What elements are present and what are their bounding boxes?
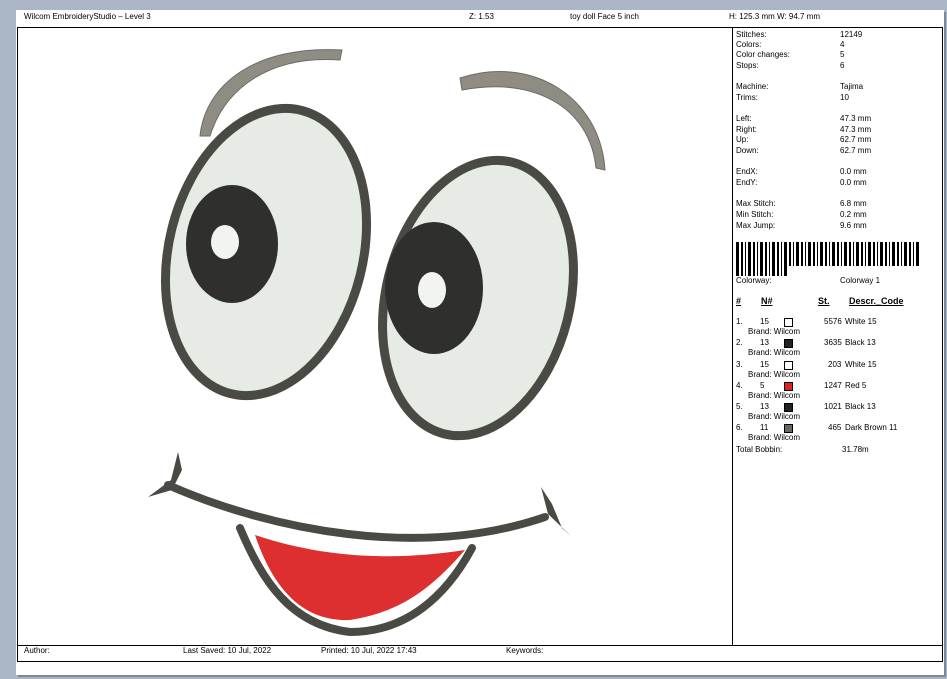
stat-up: Up: 62.7 mm [736,135,872,144]
barcode-bar [820,242,823,266]
col-header-stitches: St. [818,296,830,306]
barcode-bar [757,242,758,276]
stat-down: Down: 62.7 mm [736,146,872,155]
stat-left: Left: 47.3 mm [736,114,872,123]
barcode-bar [901,242,902,266]
barcode-bar [765,242,767,276]
barcode-bar [808,242,811,266]
barcode-bar [861,242,863,266]
barcode-bar [868,242,871,266]
footer-keywords: Keywords: [506,646,544,655]
design-name: toy doll Face 5 inch [570,12,639,21]
color-row-6: 6. 11 465 Dark Brown 11 Brand: Wilcom [736,423,898,442]
barcode-bar [748,242,751,276]
barcode-bar [796,242,799,266]
barcode-bar [897,242,899,266]
stat-color-changes: Color changes: 5 [736,50,845,59]
barcode-bar [829,242,830,266]
footer-last-saved: Last Saved: 10 Jul, 2022 [183,646,272,655]
barcode-bar [781,242,782,276]
color-row-1: 1. 15 5576 White 15 Brand: Wilcom [736,317,877,336]
left-eye-highlight [211,225,239,259]
barcode-bar [849,242,851,266]
divider-horizontal [17,645,943,646]
color-swatch [784,424,793,433]
barcode-bar [885,242,887,266]
barcode-bar [873,242,875,266]
barcode-bar [909,242,911,266]
stat-stops: Stops: 6 [736,61,845,70]
barcode-bar [832,242,835,266]
design-size: H: 125.3 mm W: 94.7 mm [729,12,820,21]
barcode-bar [904,242,907,266]
barcode-bar [793,242,794,266]
stat-trims: Trims: 10 [736,93,849,102]
stat-max-stitch: Max Stitch: 6.8 mm [736,199,867,208]
mouth-outline [164,481,549,542]
colorway-value: Colorway 1 [840,276,881,285]
barcode-bar [877,242,878,266]
divider-vertical [732,27,733,646]
stat-min-stitch: Min Stitch: 0.2 mm [736,210,867,219]
stat-colors: Colors: 4 [736,40,845,49]
barcode-bar [892,242,895,266]
mouth-corner-right [541,487,572,537]
barcode-bar [745,242,746,276]
total-bobbin: Total Bobbin: 31.78m [736,445,869,454]
barcode-bar [784,242,787,276]
colorway-label: Colorway: [736,276,772,285]
barcode-bar [741,242,743,276]
app-title: Wilcom EmbroideryStudio – Level 3 [24,12,151,21]
barcode-bar [880,242,883,266]
barcode-bar [772,242,775,276]
barcode-bar [856,242,859,266]
stat-endy: EndY: 0.0 mm [736,178,867,187]
barcode-bar [736,242,739,276]
barcode-bar [813,242,815,266]
color-row-4: 4. 5 1247 Red 5 Brand: Wilcom [736,381,867,400]
embroidery-design-preview [148,49,606,637]
color-swatch [784,339,793,348]
stat-stitches: Stitches: 12149 [736,30,863,39]
right-eyebrow [459,71,606,171]
barcode-bar [853,242,854,266]
barcode-bar [769,242,770,276]
stat-right: Right: 47.3 mm [736,125,872,134]
barcode-bar [916,242,919,266]
barcode-bar [841,242,842,266]
color-swatch [784,382,793,391]
color-swatch [784,361,793,370]
barcode-bar [817,242,818,266]
footer-printed: Printed: 10 Jul, 2022 17:43 [321,646,417,655]
zoom-level: Z: 1.53 [469,12,494,21]
barcode-bar [837,242,839,266]
barcode-bar [844,242,847,266]
stat-endx: EndX: 0.0 mm [736,167,867,176]
barcode-bar [801,242,803,266]
barcode-bar [789,242,791,266]
barcode-bar [805,242,806,266]
col-header-description: Descr._Code [849,296,904,306]
stat-machine: Machine: Tajima [736,82,864,91]
barcode-bar [777,242,779,276]
barcode-bar [889,242,890,266]
barcode-bar [913,242,914,266]
barcode-bar [753,242,755,276]
barcode-image [736,242,919,276]
color-swatch [784,403,793,412]
color-row-2: 2. 13 3635 Black 13 Brand: Wilcom [736,338,876,357]
barcode-bar [825,242,827,266]
right-eye-highlight [418,272,446,308]
footer-author: Author: [24,646,50,655]
color-swatch [784,318,793,327]
stat-max-jump: Max Jump: 9.6 mm [736,221,867,230]
color-row-5: 5. 13 1021 Black 13 Brand: Wilcom [736,402,876,421]
col-header-index: # [736,296,742,306]
color-row-3: 3. 15 203 White 15 Brand: Wilcom [736,360,877,379]
col-header-needle: N# [761,296,773,306]
barcode-bar [760,242,763,276]
barcode-bar [865,242,866,266]
